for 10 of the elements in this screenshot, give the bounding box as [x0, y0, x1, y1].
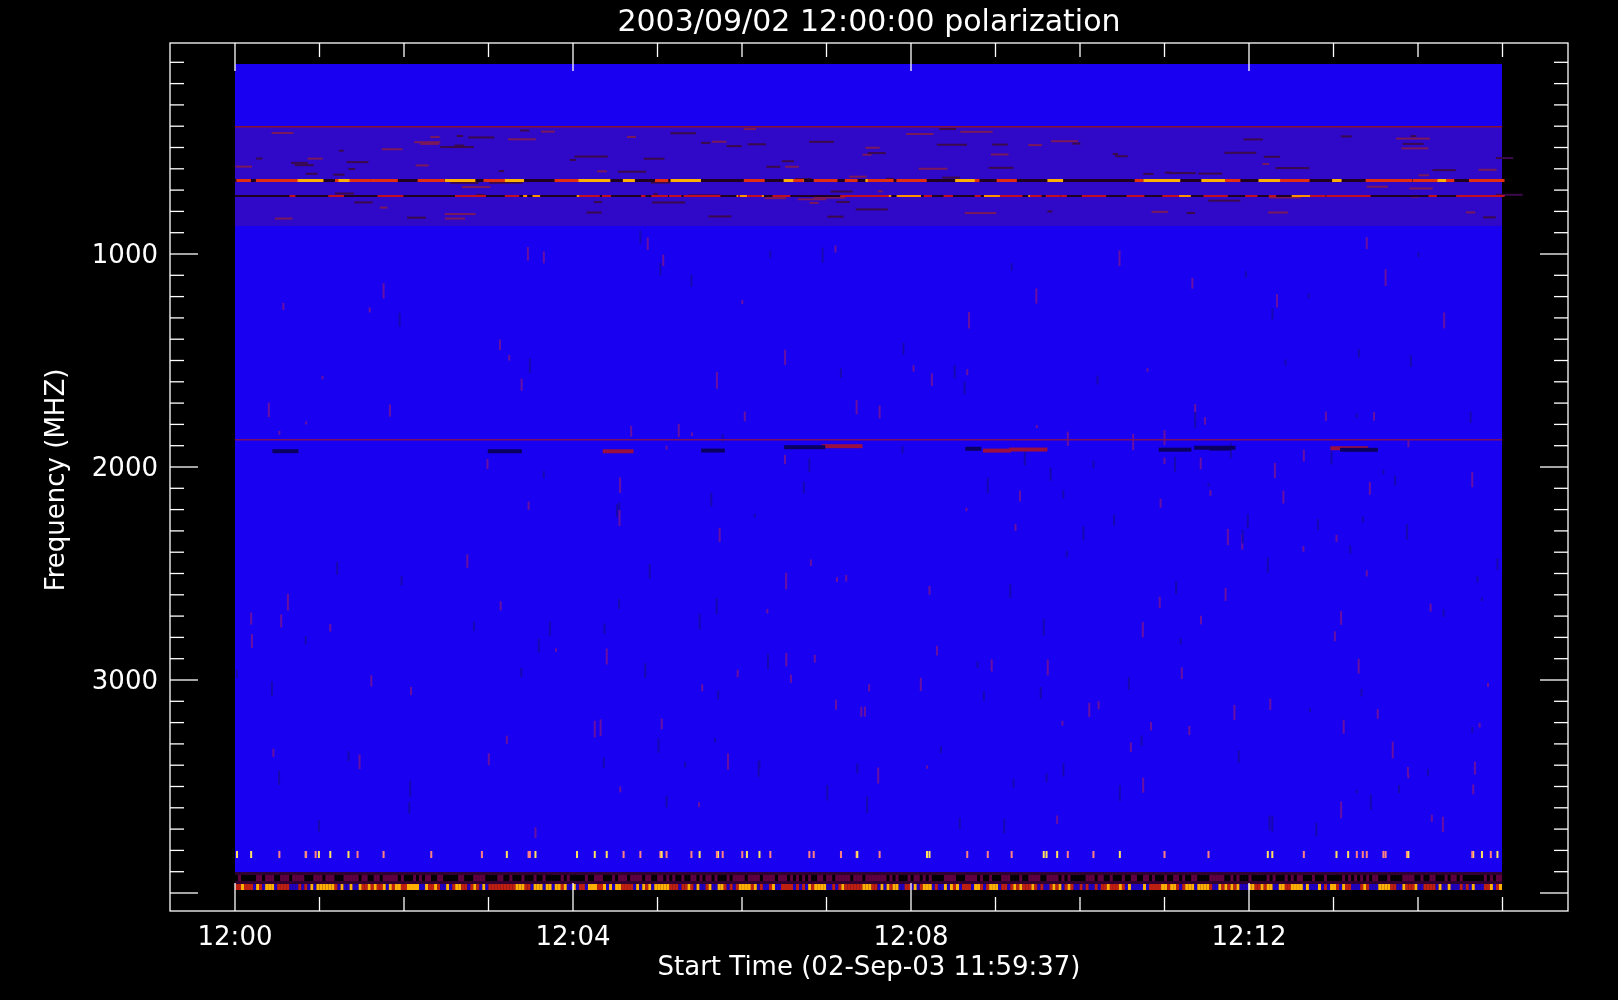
plot-title: 2003/09/02 12:00:00 polarization — [617, 3, 1121, 38]
tick-label: 12:04 — [535, 921, 611, 951]
axis-label: Start Time (02-Sep-03 11:59:37) — [657, 951, 1081, 981]
tick-label: 3000 — [91, 665, 158, 695]
axis-label: Frequency (MHZ) — [40, 368, 70, 592]
tick-label: 12:12 — [1211, 921, 1287, 951]
tick-label: 1000 — [91, 239, 158, 269]
tick-label: 2000 — [91, 452, 158, 482]
tick-label: 12:08 — [873, 921, 949, 951]
tick-label: 12:00 — [197, 921, 273, 951]
